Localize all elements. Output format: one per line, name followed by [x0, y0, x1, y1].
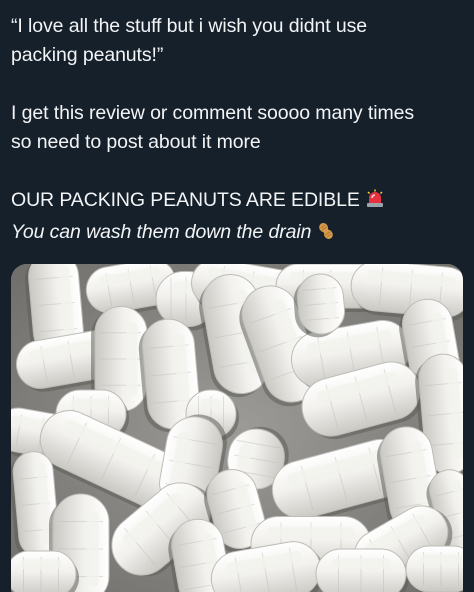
post-headline: OUR PACKING PEANUTS ARE EDIBLE — [11, 186, 463, 218]
post-subline: You can wash them down the drain — [11, 218, 463, 250]
subline-text: You can wash them down the drain — [11, 221, 312, 243]
post-image-packing-peanuts[interactable] — [11, 264, 463, 592]
packing-peanut — [405, 545, 463, 592]
headline-text: OUR PACKING PEANUTS ARE EDIBLE — [11, 189, 360, 211]
post-line: I get this review or comment soooo many … — [11, 102, 414, 124]
post-paragraph-announcement: OUR PACKING PEANUTS ARE EDIBLE You can w… — [11, 186, 463, 250]
post-card: “I love all the stuff but i wish you did… — [0, 0, 474, 592]
post-line: packing peanuts!” — [11, 44, 164, 66]
post-paragraph-quote: “I love all the stuff but i wish you did… — [11, 12, 463, 70]
post-paragraph-note: I get this review or comment soooo many … — [11, 99, 463, 157]
post-line: “I love all the stuff but i wish you did… — [11, 15, 367, 37]
packing-peanut — [315, 548, 409, 592]
packing-peanuts-photo — [11, 264, 463, 592]
post-line: so need to post about it more — [11, 131, 261, 153]
police-light-icon — [365, 189, 385, 218]
packing-peanut — [11, 550, 79, 592]
post-body: “I love all the stuff but i wish you did… — [11, 12, 463, 250]
peanut-icon — [316, 221, 336, 250]
